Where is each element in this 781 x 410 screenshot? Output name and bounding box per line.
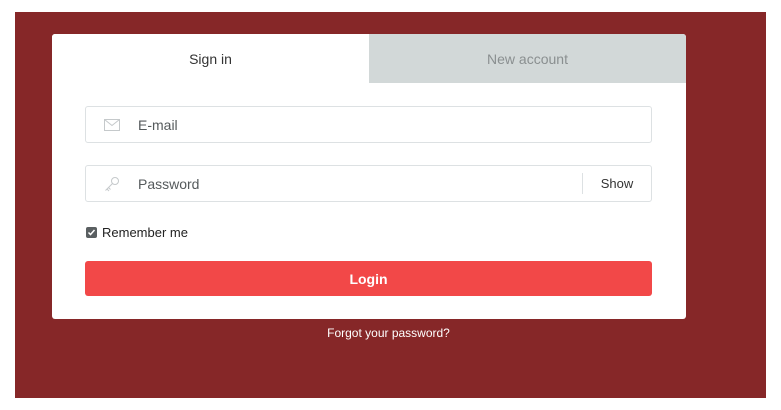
password-field: Show: [85, 165, 652, 202]
mail-icon: [86, 107, 138, 142]
tab-new-account[interactable]: New account: [369, 34, 686, 83]
login-button[interactable]: Login: [85, 261, 652, 296]
password-input[interactable]: [138, 166, 582, 201]
email-field: [85, 106, 652, 143]
show-password-button[interactable]: Show: [582, 173, 651, 194]
email-input[interactable]: [138, 107, 651, 142]
tab-sign-in[interactable]: Sign in: [52, 34, 369, 83]
check-icon: [87, 229, 96, 236]
forgot-password-label: Forgot your password?: [327, 326, 450, 340]
forgot-password-link[interactable]: Forgot your password?: [0, 326, 781, 340]
remember-me: Remember me: [86, 225, 188, 240]
tab-bar: Sign in New account: [52, 34, 686, 83]
key-icon: [86, 166, 138, 201]
login-card: Sign in New account Show: [52, 34, 686, 319]
remember-label: Remember me: [102, 225, 188, 240]
remember-checkbox[interactable]: [86, 227, 97, 238]
